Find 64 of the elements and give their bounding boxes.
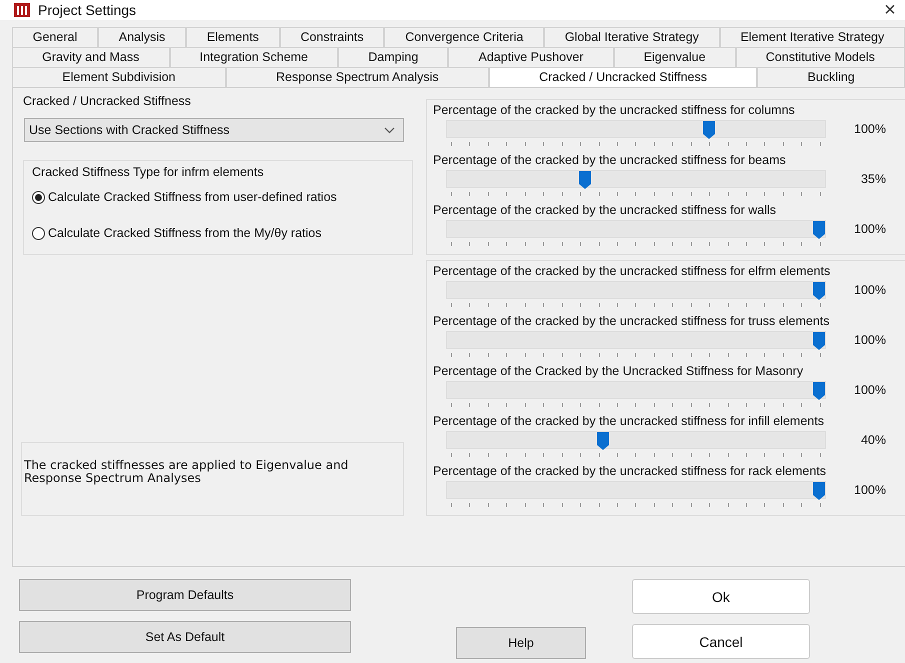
slider-thumb[interactable] <box>813 482 825 500</box>
button[interactable]: Set As Default <box>19 621 351 653</box>
slider-label: Percentage of the cracked by the uncracked stiffness for infill elements <box>433 413 825 429</box>
window-title: Project Settings <box>38 2 138 18</box>
group-title: Cracked Stiffness Type for infrm elements <box>32 165 265 179</box>
chevron-icon <box>384 126 395 134</box>
slider-thumb[interactable] <box>597 432 610 450</box>
slider-thumb[interactable] <box>813 220 825 238</box>
tab[interactable]: Global Iterative Strategy <box>544 27 720 47</box>
slider-thumb[interactable] <box>813 382 825 400</box>
button[interactable]: Program Defaults <box>19 579 351 611</box>
radio-option[interactable]: Calculate Cracked Stiffness from user-defined ratios <box>32 186 412 208</box>
close-button[interactable]: × <box>875 0 905 22</box>
tab[interactable]: Elements <box>186 27 280 47</box>
slider-track[interactable] <box>446 380 826 398</box>
slider-thumb[interactable] <box>703 120 716 138</box>
slider-track[interactable] <box>446 120 826 138</box>
slider-value: 100% <box>853 282 886 296</box>
tab[interactable]: Integration Scheme <box>170 47 338 67</box>
help-button[interactable]: Help <box>456 627 586 659</box>
slider-thumb[interactable] <box>813 332 825 350</box>
tab[interactable]: Buckling <box>757 67 905 87</box>
slider-thumb[interactable] <box>813 282 825 300</box>
dropdown[interactable]: Use Sections with Cracked Stiffness <box>24 118 404 142</box>
app-icon <box>14 3 30 17</box>
slider-value: 100% <box>853 332 886 346</box>
button[interactable]: Cancel <box>632 624 810 659</box>
slider-label: Percentage of the cracked by the uncracked stiffness for truss elements <box>433 313 831 329</box>
group-title: Cracked / Uncracked Stiffness <box>23 94 192 108</box>
tab[interactable]: Adaptive Pushover <box>448 47 614 67</box>
tab[interactable]: Damping <box>338 47 448 67</box>
tab[interactable]: Gravity and Mass <box>12 47 170 67</box>
slider-label: Percentage of the cracked by the uncracked stiffness for columns <box>433 102 796 118</box>
slider-value: 100% <box>853 482 886 496</box>
tab[interactable]: Convergence Criteria <box>384 27 544 47</box>
slider-label: Percentage of the Cracked by the Uncracked Stiffness for Masonry <box>433 363 804 379</box>
tab[interactable]: Constraints <box>280 27 384 47</box>
tab[interactable]: Analysis <box>98 27 186 47</box>
tab[interactable]: Constitutive Models <box>736 47 905 67</box>
slider-label: Percentage of the cracked by the uncracked stiffness for elfrm elements <box>433 263 832 279</box>
slider-track[interactable] <box>446 170 826 188</box>
slider-value: 40% <box>860 432 886 446</box>
tab[interactable]: Response Spectrum Analysis <box>226 67 489 87</box>
slider-label: Percentage of the cracked by the uncracked stiffness for rack elements <box>433 463 828 479</box>
tab[interactable]: Element Iterative Strategy <box>720 27 905 47</box>
tab[interactable]: Element Subdivision <box>12 67 226 87</box>
tab[interactable]: General <box>12 27 98 47</box>
slider-value: 35% <box>860 172 886 186</box>
slider-thumb[interactable] <box>578 170 591 188</box>
radio-option[interactable]: Calculate Cracked Stiffness from the My/θy ratios <box>32 222 412 244</box>
slider-track[interactable] <box>446 430 826 448</box>
button[interactable]: Ok <box>632 579 810 614</box>
slider-track[interactable] <box>446 330 826 348</box>
note-text: The cracked stiffnesses are applied to Eigenvalue and Response Spectrum Analyses <box>24 459 350 485</box>
tab[interactable]: Cracked / Uncracked Stiffness <box>488 67 758 87</box>
tab[interactable]: Eigenvalue <box>614 47 736 67</box>
slider-label: Percentage of the cracked by the uncracked stiffness for beams <box>433 152 787 168</box>
slider-track[interactable] <box>446 280 826 298</box>
slider-track[interactable] <box>446 480 826 498</box>
slider-value: 100% <box>853 222 886 236</box>
slider-track[interactable] <box>446 220 826 238</box>
slider-value: 100% <box>853 382 886 396</box>
slider-value: 100% <box>853 122 886 136</box>
slider-label: Percentage of the cracked by the uncracked stiffness for walls <box>433 202 778 218</box>
